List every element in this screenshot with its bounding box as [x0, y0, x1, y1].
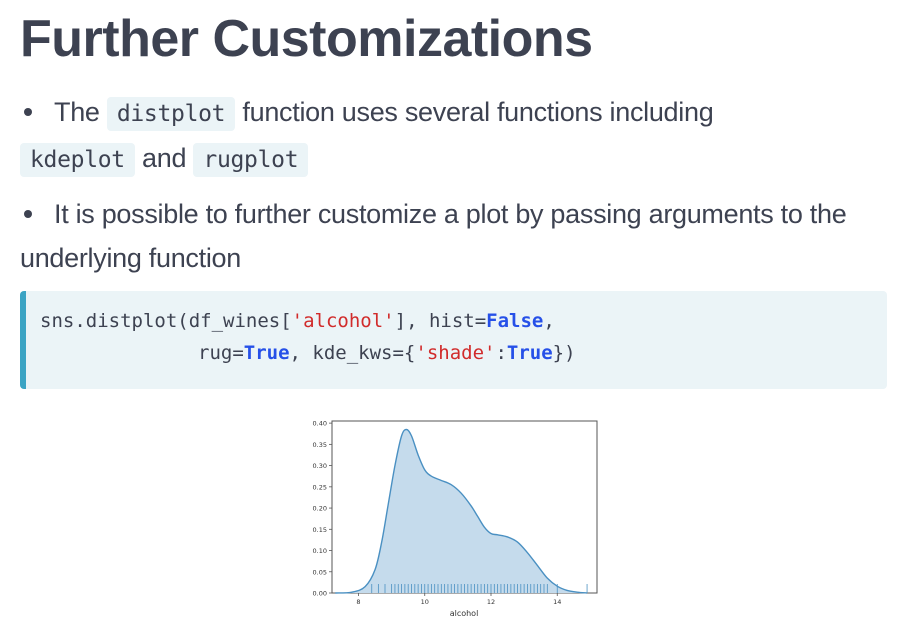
code-line-2: rug=True, kde_kws={'shade':True}) [198, 338, 576, 368]
kde-plot: 0.00 0.05 0.10 0.15 0.20 0.25 0.30 0.35 0.40 8 10 1… [313, 420, 598, 618]
code-token: ], hist= [394, 310, 487, 332]
y-tick-label: 0.35 [313, 441, 327, 449]
y-tick-label: 0.10 [313, 547, 327, 555]
bullet-item-1: The distplot function uses several funct… [20, 90, 900, 182]
code-keyword: True [506, 342, 553, 364]
x-axis-label: alcohol [450, 609, 479, 618]
inline-code-kdeplot: kdeplot [20, 143, 135, 177]
code-token: , [543, 310, 555, 332]
page-title: Further Customizations [20, 10, 593, 68]
bullet-dot-icon [24, 209, 32, 218]
bullet-1-text-and: and [142, 143, 187, 173]
code-token: : [495, 342, 507, 364]
y-tick-label: 0.15 [313, 526, 327, 534]
bullet-1-text-before: The [54, 97, 100, 127]
y-tick-label: 0.40 [313, 420, 327, 428]
y-tick-label: 0.20 [313, 505, 327, 513]
inline-code-distplot: distplot [106, 97, 236, 131]
inline-code-rugplot: rugplot [193, 143, 309, 177]
code-keyword: False [486, 310, 544, 332]
y-tick-label: 0.05 [313, 568, 327, 576]
code-token: rug= [198, 342, 244, 364]
bullet-1-text-middle: function uses several functions includin… [242, 97, 714, 127]
code-string: 'shade' [415, 342, 496, 364]
code-line-1: sns.distplot(df_wines['alcohol'], hist=F… [40, 306, 555, 336]
y-tick-label: 0.00 [313, 590, 327, 598]
bullet-dot-icon [24, 107, 32, 116]
x-tick-label: 12 [487, 598, 495, 606]
code-keyword: True [243, 342, 290, 364]
bullet-item-2: It is possible to further customize a pl… [20, 192, 900, 280]
x-tick-label: 8 [356, 598, 360, 606]
x-tick-label: 10 [421, 598, 429, 606]
code-token: , kde_kws={ [289, 342, 416, 364]
y-tick-label: 0.25 [313, 483, 327, 491]
x-tick-label: 14 [553, 598, 561, 606]
code-string: 'alcohol' [291, 310, 395, 332]
code-block: sns.distplot(df_wines['alcohol'], hist=F… [20, 291, 887, 389]
code-token: }) [552, 342, 576, 364]
bullet-2-text: It is possible to further customize a pl… [20, 199, 847, 273]
code-token: sns.distplot(df_wines[ [40, 310, 292, 332]
y-tick-label: 0.30 [313, 462, 327, 470]
